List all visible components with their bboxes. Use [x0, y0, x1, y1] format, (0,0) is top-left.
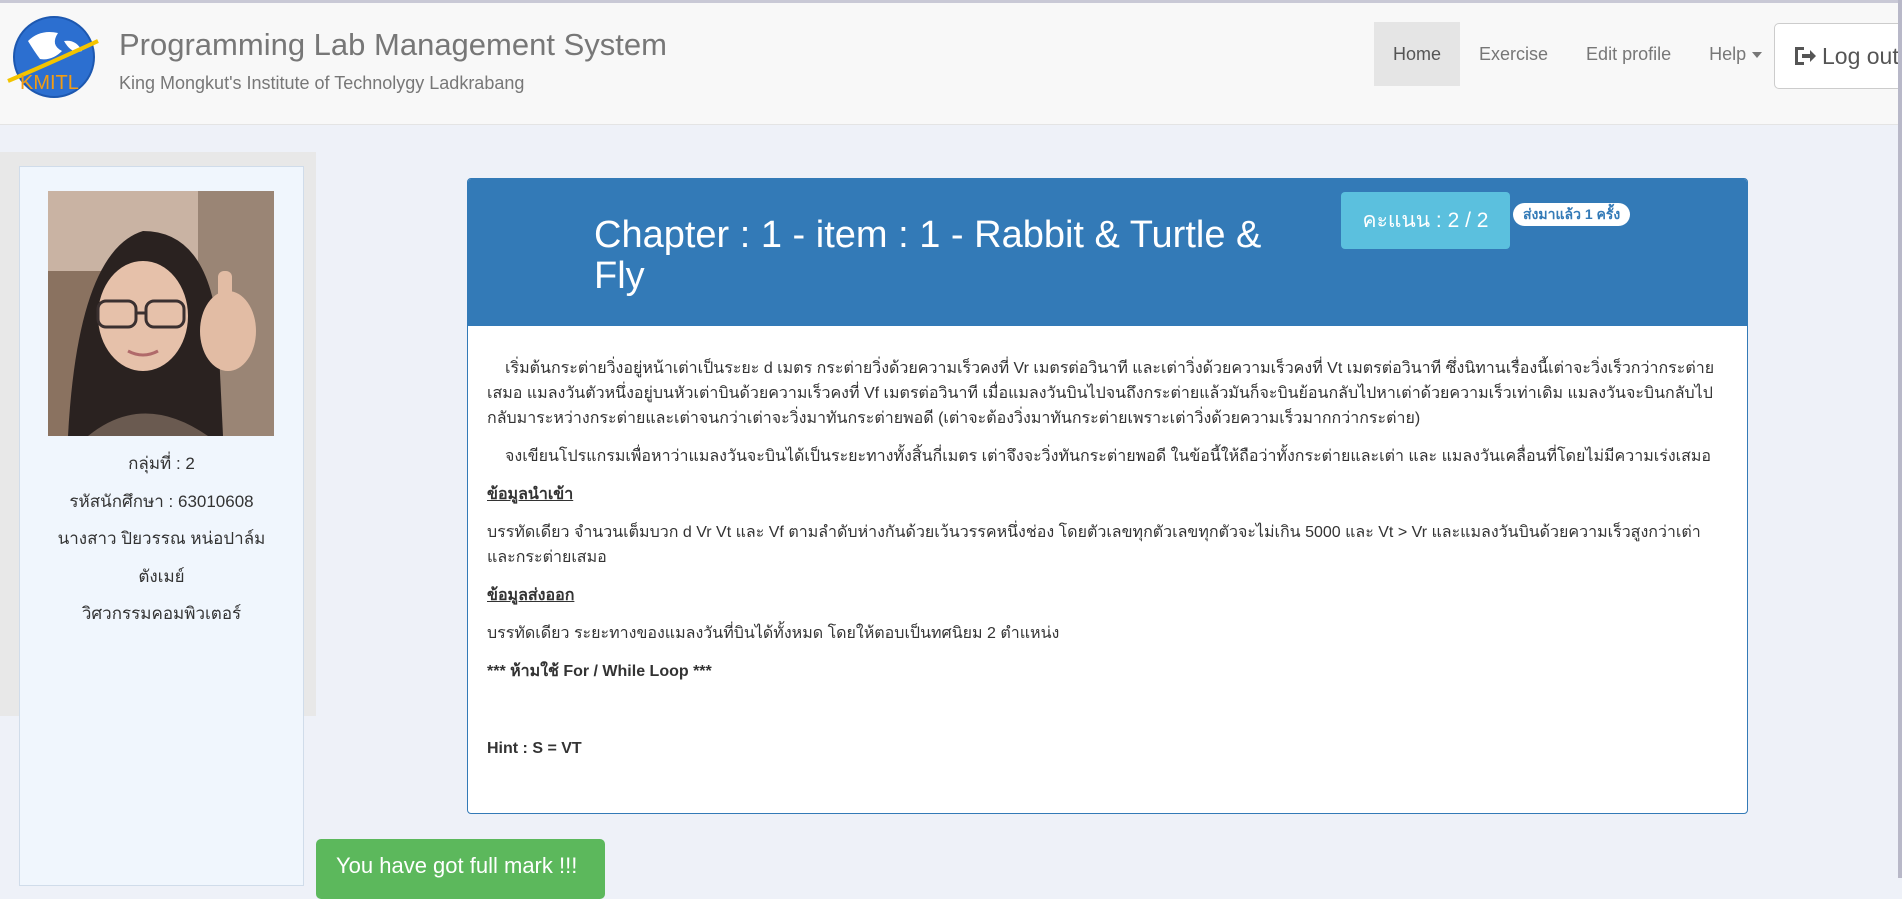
nav-home[interactable]: Home [1374, 22, 1461, 86]
app-subtitle: King Mongkut's Institute of Technolygy L… [119, 73, 525, 93]
output-heading: ข้อมูลส่งออก [487, 587, 575, 604]
student-id: รหัสนักศึกษา : 63010608 [69, 492, 254, 511]
navbar: KMITL Programming Lab Management System … [0, 3, 1902, 125]
score-label: คะแนน : 2 / 2 [1341, 192, 1510, 249]
chevron-down-icon [1752, 52, 1763, 59]
logout-icon [1795, 47, 1816, 65]
input-heading: ข้อมูลนำเข้า [487, 486, 574, 503]
input-description: บรรทัดเดียว จำนวนเต็มบวก d Vr Vt และ Vf … [487, 524, 1701, 566]
nav-exercise[interactable]: Exercise [1460, 22, 1567, 86]
avatar [48, 191, 274, 436]
problem-header: Chapter : 1 - item : 1 - Rabbit & Turtle… [468, 179, 1747, 326]
submission-count-badge: ส่งมาแล้ว 1 ครั้ง [1513, 203, 1631, 226]
student-group: กลุ่มที่ : 2 [128, 454, 195, 473]
nav-edit-profile[interactable]: Edit profile [1567, 22, 1690, 86]
student-nickname: ตังเมย์ [138, 567, 185, 586]
problem-description: เริ่มต้นกระต่ายวิ่งอยู่หน้าเต่าเป็นระยะ … [487, 360, 1715, 427]
loop-warning: *** ห้ามใช้ For / While Loop *** [487, 663, 712, 680]
app-title[interactable]: Programming Lab Management System [119, 27, 667, 63]
window-right-border [1898, 0, 1902, 878]
main-nav: Home Exercise Edit profile Help [1374, 22, 1781, 86]
full-mark-alert: You have got full mark !!! [316, 839, 605, 899]
problem-title: Chapter : 1 - item : 1 - Rabbit & Turtle… [594, 214, 1262, 297]
problem-task: จงเขียนโปรแกรมเพื่อหาว่าแมลงวันจะบินได้เ… [505, 448, 1712, 465]
hint-text: Hint : S = VT [487, 740, 582, 757]
student-department: วิศวกรรมคอมพิวเตอร์ [81, 604, 242, 623]
problem-body: เริ่มต้นกระต่ายวิ่งอยู่หน้าเต่าเป็นระยะ … [468, 326, 1747, 761]
logout-button[interactable]: Log out [1774, 23, 1902, 89]
nav-help[interactable]: Help [1690, 22, 1781, 86]
logout-label: Log out [1822, 42, 1899, 69]
student-name: นางสาว ปิยวรรณ หน่อปาล์ม [57, 529, 266, 548]
nav-help-label: Help [1709, 44, 1747, 64]
logo-text: KMITL [20, 72, 79, 94]
output-description: บรรทัดเดียว ระยะทางของแมลงวันที่บินได้ทั… [487, 625, 1060, 642]
problem-panel: Chapter : 1 - item : 1 - Rabbit & Turtle… [467, 178, 1748, 814]
kmitl-logo[interactable]: KMITL [6, 11, 102, 107]
